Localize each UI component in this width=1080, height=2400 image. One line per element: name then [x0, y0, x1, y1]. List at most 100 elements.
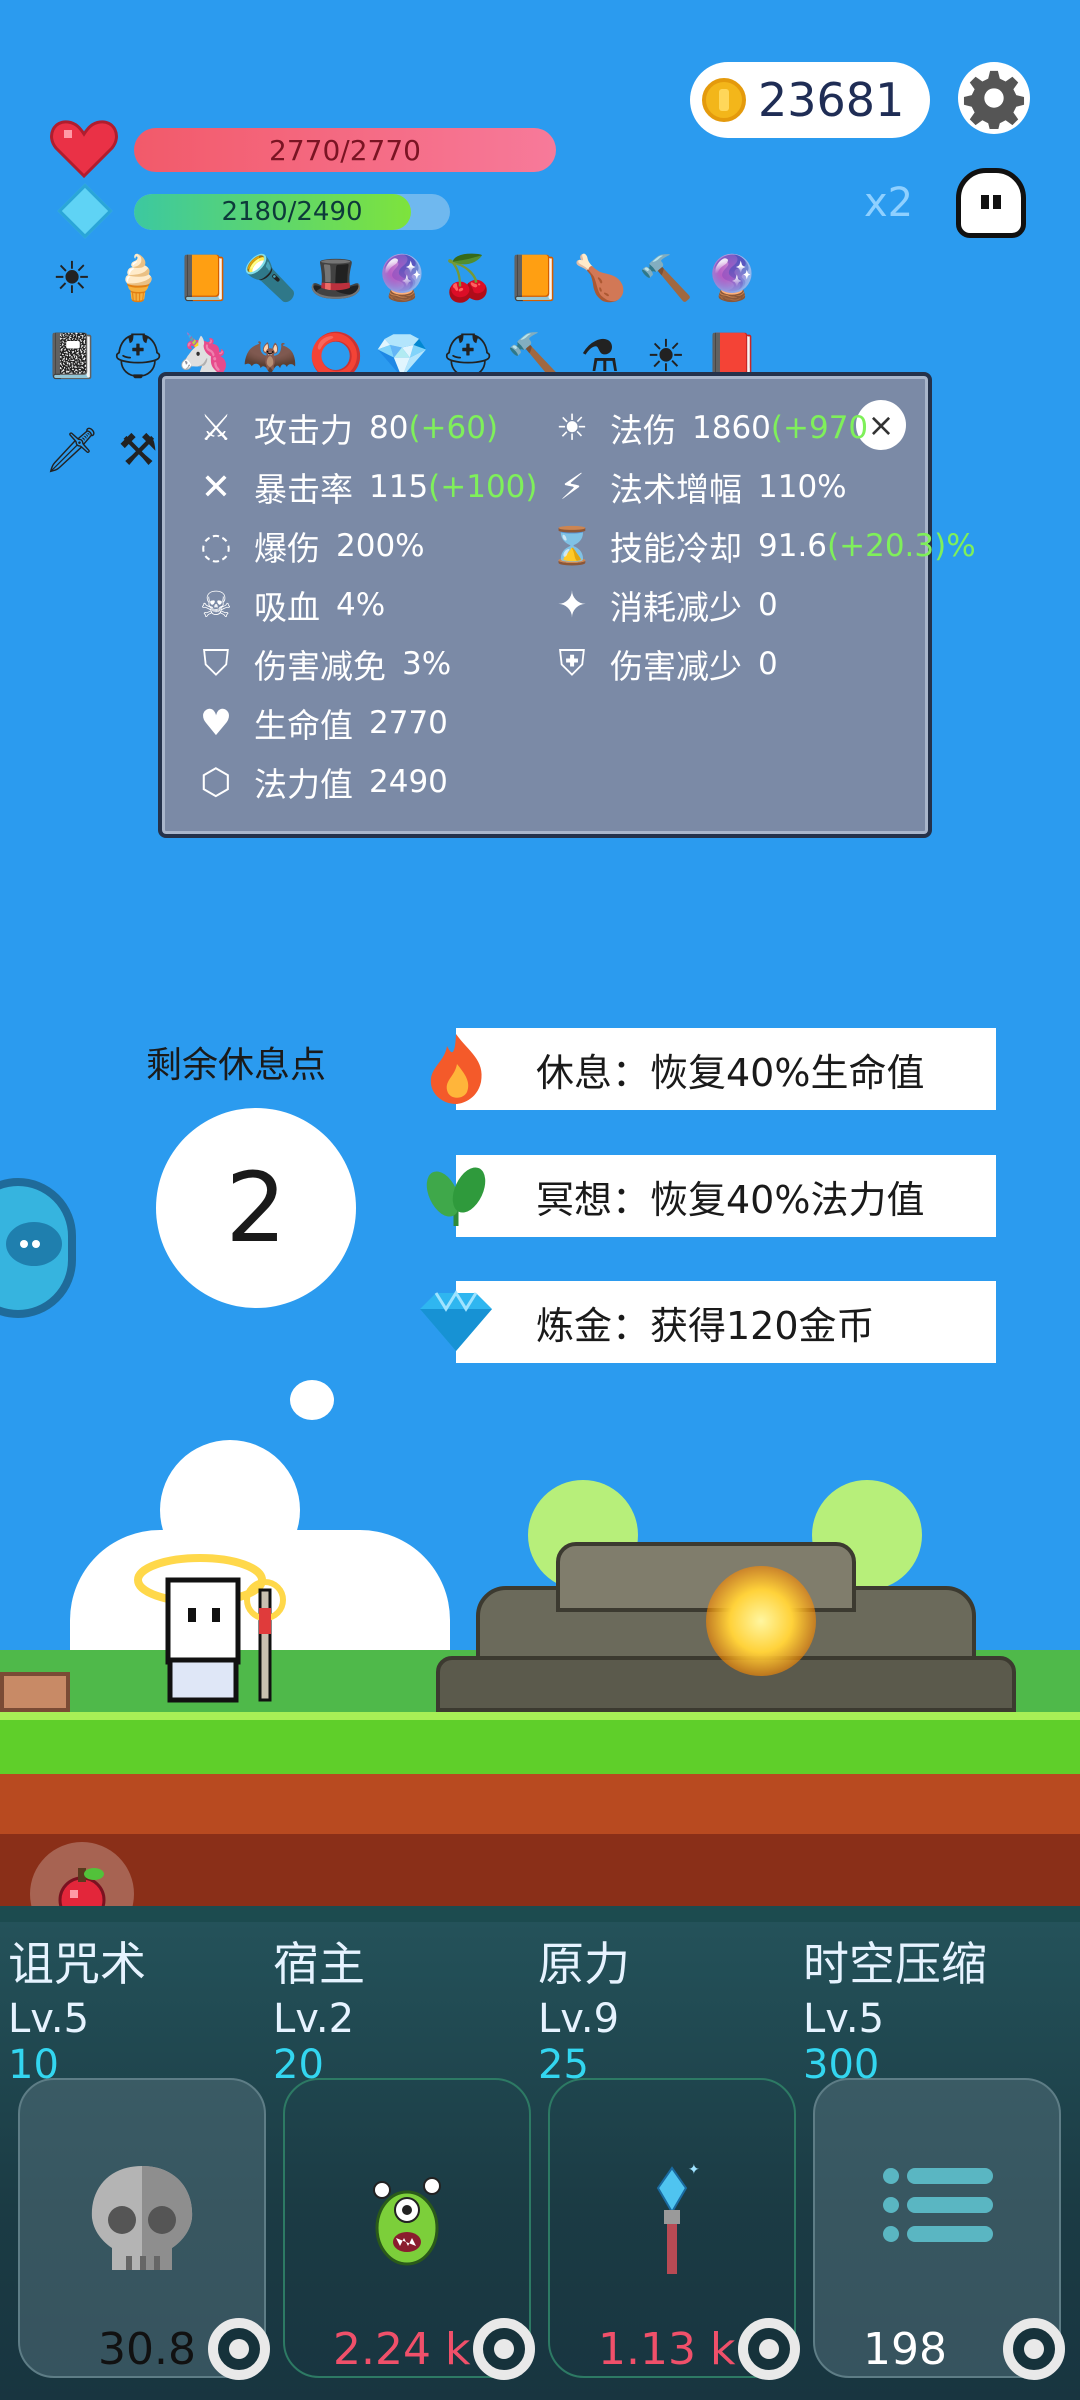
skill-info: 原力 Lv.9 25 [538, 1928, 803, 2088]
settings-button[interactable] [958, 62, 1030, 134]
stat-label: 法力值 [254, 765, 353, 804]
hammer-icon[interactable]: 🔨 [638, 246, 694, 310]
stat-row: ☀ 法伤 1860 (+970 [550, 404, 868, 452]
stat-row: ◌ 爆伤 200% [194, 522, 424, 570]
skill-cost: 10 [8, 2042, 59, 2088]
crystal-ball-icon[interactable]: 🔮 [374, 246, 430, 310]
shield-icon: ⛉ [202, 643, 230, 684]
list-icon [813, 2160, 1061, 2250]
monster-icon [283, 2160, 531, 2280]
leaf-icon [418, 1157, 494, 1233]
spell-book-icon[interactable]: 📙 [176, 246, 232, 310]
torch-wand-icon[interactable]: 🔦 [242, 246, 298, 310]
diamond-icon [418, 1283, 494, 1359]
rest-option[interactable]: 冥想：恢复40%法力值 [456, 1155, 996, 1237]
rest-points-count: 2 [156, 1108, 356, 1308]
stat-value: 91.6 [758, 528, 828, 564]
stat-label: 伤害减免 [254, 647, 386, 686]
cloud [290, 1380, 334, 1420]
dirt-layer-deep [0, 1834, 1080, 1906]
stat-row: ⬡ 法力值 2490 [194, 758, 448, 806]
skill-cooldown: 1.13 k [598, 2324, 736, 2375]
spell-book-icon[interactable]: 📙 [506, 246, 562, 310]
ghost-icon[interactable] [956, 168, 1026, 238]
mp-bar-text: 2180/2490 [221, 197, 363, 227]
dirt-layer [0, 1774, 1080, 1834]
stat-suffix: % [946, 528, 976, 564]
grass-ground [0, 1712, 1080, 1774]
gear-icon [963, 70, 1025, 129]
rest-points-label: 剩余休息点 [146, 1045, 327, 1086]
skill-cooldown: 2.24 k [333, 2324, 471, 2375]
skill-info: 时空压缩 Lv.5 300 [803, 1928, 1068, 2088]
fire-icon [418, 1030, 494, 1106]
hourglass-icon: ⌛ [549, 526, 595, 567]
scene-background [0, 1380, 1080, 1720]
stat-label: 伤害减少 [610, 647, 742, 686]
sun-icon: ☀ [555, 407, 589, 449]
campfire-flame [706, 1566, 816, 1676]
wand-icon: ✦ [548, 2160, 796, 2280]
cooldown-ring-icon [738, 2318, 800, 2380]
stats-panel: × ⚔ 攻击力 80 (+60) ✕ 暴击率 115 (+100) ◌ 爆伤 200% ☠ 吸血 4% ⛉ 伤… [158, 372, 976, 838]
stat-value: 2770 [369, 705, 448, 741]
wand-icon: ✦ [556, 584, 588, 626]
stat-label: 爆伤 [254, 529, 320, 568]
stat-label: 法术增幅 [610, 470, 742, 509]
stat-row: ☠ 吸血 4% [194, 581, 385, 629]
rest-option-label: 炼金：获得120金币 [536, 1303, 875, 1348]
stat-value: 2490 [369, 764, 448, 800]
coin-counter: 23681 [690, 62, 930, 138]
stat-row: ⛉ 伤害减免 3% [194, 640, 451, 688]
sun-orb-icon[interactable]: ☀ [44, 246, 100, 310]
chat-button[interactable] [0, 1178, 76, 1318]
skills-bar: 诅咒术 Lv.5 10 30.8 宿主 Lv.2 20 2.24 k ✦ 原力 Lv.9 25 1.13… [0, 1906, 1080, 2400]
rest-option[interactable]: 休息：恢复40%生命值 [456, 1028, 996, 1110]
skill-name: 时空压缩 [803, 1937, 987, 1991]
stat-bonus: (+60) [408, 410, 499, 446]
wizard-hat-icon[interactable]: 🎩 [308, 246, 364, 310]
stat-value: 3% [402, 646, 452, 682]
axe-icon: ⚔ [199, 407, 233, 449]
shield-heart-icon: ⛨ [558, 643, 586, 684]
stat-bonus: (+100) [428, 469, 538, 505]
rest-option[interactable]: 炼金：获得120金币 [456, 1281, 996, 1363]
stat-row: ⛨ 伤害减少 0 [550, 640, 777, 688]
skull-icon [18, 2160, 266, 2284]
stat-bonus: (+970 [770, 410, 869, 446]
stat-value: 0 [758, 587, 778, 623]
stat-row: ⌛ 技能冷却 91.6 (+20.3)% [550, 522, 976, 570]
stat-row: ✕ 暴击率 115 (+100) [194, 463, 538, 511]
hero-character [134, 1554, 286, 1703]
chat-bubble-icon [6, 1222, 62, 1266]
stat-value: 110% [758, 469, 847, 505]
skill-cost: 300 [803, 2042, 880, 2088]
cherries-icon[interactable]: 🍒 [440, 246, 496, 310]
stat-row: ⚡ 法术增幅 110% [550, 463, 847, 511]
crystal-ball-icon[interactable]: 🔮 [704, 246, 760, 310]
close-icon: × [867, 406, 895, 444]
speed-multiplier[interactable]: x2 [864, 180, 913, 226]
ice-cream-icon[interactable]: 🍦 [110, 246, 166, 310]
svg-text:✦: ✦ [688, 2162, 700, 2178]
skill-level: Lv.5 [8, 1996, 90, 2042]
mana-gem-icon [57, 183, 113, 239]
rock-pile [436, 1526, 1016, 1712]
vampire-icon: ☠ [199, 584, 233, 626]
stat-label: 消耗减少 [610, 588, 742, 627]
skill-name: 诅咒术 [8, 1937, 146, 1991]
skull-book-icon[interactable]: 📓 [44, 324, 100, 388]
stat-row: ⚔ 攻击力 80 (+60) [194, 404, 498, 452]
heart-icon [50, 120, 118, 178]
skill-cooldown: 30.8 [98, 2324, 196, 2375]
dagger-icon[interactable]: 🗡 [44, 418, 100, 482]
skills-bar-top-strip [0, 1906, 1080, 1922]
skill-info: 诅咒术 Lv.5 10 [8, 1928, 273, 2088]
skill-name: 宿主 [273, 1937, 365, 1991]
crit-icon: ✕ [200, 466, 232, 508]
meat-drumstick-icon[interactable]: 🍗 [572, 246, 628, 310]
rest-option-label: 冥想：恢复40%法力值 [536, 1177, 925, 1222]
skill-level: Lv.2 [273, 1996, 355, 2042]
stat-value: 115 [369, 469, 429, 505]
stat-label: 攻击力 [254, 411, 353, 450]
